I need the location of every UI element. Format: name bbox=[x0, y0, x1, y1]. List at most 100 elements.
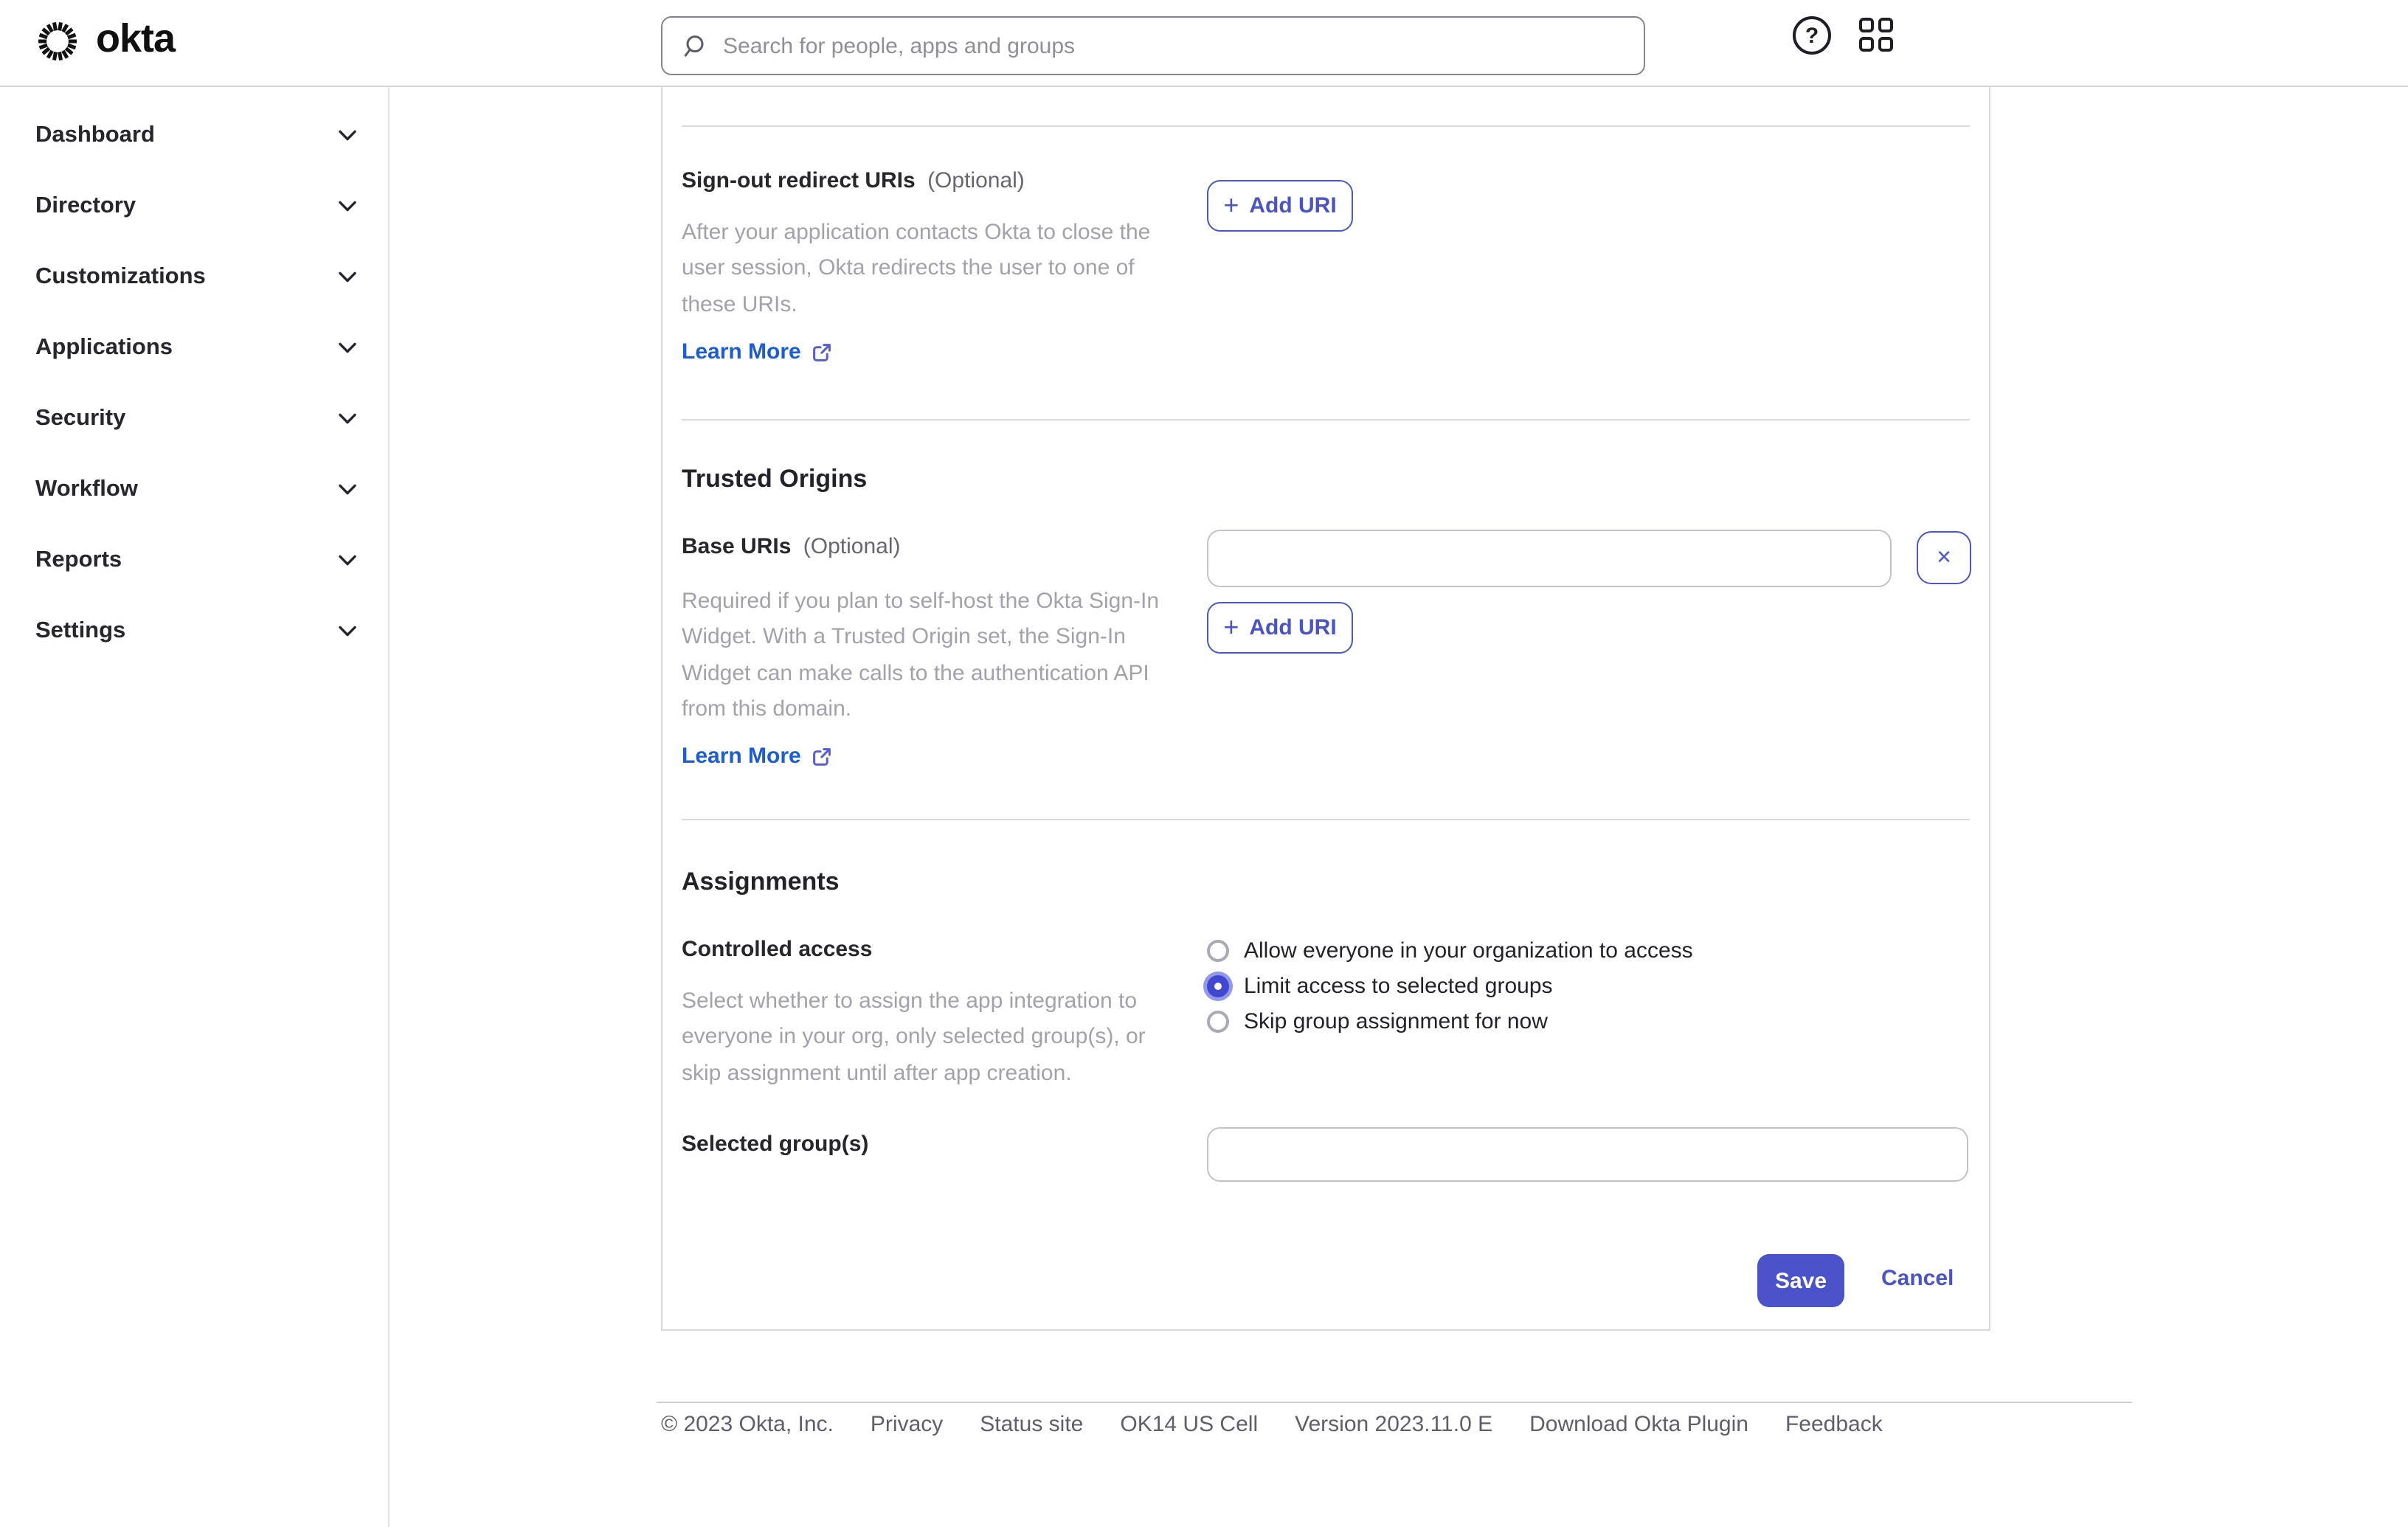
copyright-text: © 2023 Okta, Inc. bbox=[661, 1412, 834, 1437]
radio-icon bbox=[1207, 939, 1229, 961]
chevron-down-icon bbox=[339, 555, 356, 566]
brand-wordmark: okta bbox=[96, 15, 176, 60]
signout-description: After your application contacts Okta to … bbox=[682, 215, 1183, 323]
sidebar-item-label: Directory bbox=[35, 193, 136, 218]
base-uri-input[interactable] bbox=[1207, 530, 1892, 587]
sidebar-item-label: Applications bbox=[35, 335, 173, 360]
remove-base-uri-button[interactable]: × bbox=[1917, 531, 1971, 584]
description-line: Widget can make calls to the authenticat… bbox=[682, 660, 1149, 686]
chevron-down-icon bbox=[339, 413, 356, 424]
field-label-text: Selected group(s) bbox=[682, 1132, 869, 1157]
sidebar-item-settings[interactable]: Settings bbox=[0, 596, 388, 667]
radio-option-skip-assignment[interactable]: Skip group assignment for now bbox=[1207, 1003, 1548, 1039]
search-input[interactable] bbox=[720, 32, 1625, 60]
external-link-icon bbox=[812, 747, 831, 765]
optional-tag: (Optional) bbox=[803, 534, 901, 559]
learn-more-label: Learn More bbox=[682, 744, 801, 769]
apps-grid-button[interactable] bbox=[1859, 18, 1895, 53]
close-icon: × bbox=[1937, 543, 1951, 571]
chevron-down-icon bbox=[339, 626, 356, 637]
chevron-down-icon bbox=[339, 130, 356, 141]
selected-groups-input[interactable] bbox=[1207, 1127, 1968, 1182]
radio-option-allow-everyone[interactable]: Allow everyone in your organization to a… bbox=[1207, 932, 1693, 968]
footer-link-download-okta-plugin[interactable]: Download Okta Plugin bbox=[1529, 1412, 1748, 1437]
learn-more-label: Learn More bbox=[682, 339, 801, 364]
selected-groups-label: Selected group(s) bbox=[682, 1130, 868, 1160]
global-search bbox=[661, 16, 1645, 75]
base-uris-label: Base URIs (Optional) bbox=[682, 533, 900, 562]
radio-label: Allow everyone in your organization to a… bbox=[1244, 938, 1693, 963]
footer-link-status-site[interactable]: Status site bbox=[980, 1412, 1083, 1437]
controlled-access-description: Select whether to assign the app integra… bbox=[682, 984, 1183, 1092]
signout-learn-more-link[interactable]: Learn More bbox=[682, 339, 832, 364]
sidebar-item-reports[interactable]: Reports bbox=[0, 525, 388, 596]
plus-icon: + bbox=[1223, 190, 1239, 220]
footer-cell-text: OK14 US Cell bbox=[1120, 1412, 1259, 1437]
description-line: these URIs. bbox=[682, 291, 798, 317]
radio-selected-icon bbox=[1207, 974, 1229, 997]
chevron-down-icon bbox=[339, 201, 356, 212]
trusted-origins-learn-more-link[interactable]: Learn More bbox=[682, 744, 832, 769]
app-settings-card: Sign-out redirect URIs (Optional) After … bbox=[661, 86, 1990, 1331]
okta-sunburst-icon bbox=[38, 21, 77, 61]
description-line: skip assignment until after app creation… bbox=[682, 1060, 1072, 1086]
section-divider bbox=[682, 125, 1970, 127]
description-line: everyone in your org, only selected grou… bbox=[682, 1024, 1146, 1050]
cancel-button[interactable]: Cancel bbox=[1881, 1266, 1954, 1291]
add-signout-uri-button[interactable]: + Add URI bbox=[1207, 180, 1353, 232]
sidebar-item-label: Customizations bbox=[35, 264, 206, 289]
base-uris-description: Required if you plan to self-host the Ok… bbox=[682, 584, 1183, 727]
apps-grid-icon bbox=[1859, 18, 1895, 53]
add-uri-label: Add URI bbox=[1249, 615, 1337, 640]
radio-option-limit-access[interactable]: Limit access to selected groups bbox=[1207, 968, 1553, 1003]
sidebar-item-dashboard[interactable]: Dashboard bbox=[0, 100, 388, 171]
section-divider bbox=[682, 419, 1970, 420]
sidebar-item-security[interactable]: Security bbox=[0, 384, 388, 454]
sidebar-item-label: Reports bbox=[35, 547, 122, 572]
save-button[interactable]: Save bbox=[1757, 1254, 1844, 1307]
plus-icon: + bbox=[1223, 612, 1239, 642]
description-line: user session, Okta redirects the user to… bbox=[682, 255, 1135, 281]
footer-link-feedback[interactable]: Feedback bbox=[1785, 1412, 1883, 1437]
footer-link-privacy[interactable]: Privacy bbox=[871, 1412, 943, 1437]
sidebar-item-workflow[interactable]: Workflow bbox=[0, 454, 388, 525]
trusted-origins-heading: Trusted Origins bbox=[682, 465, 868, 493]
description-line: Widget. With a Trusted Origin set, the S… bbox=[682, 624, 1126, 650]
footer-divider bbox=[657, 1402, 2132, 1403]
add-uri-label: Add URI bbox=[1249, 193, 1337, 218]
description-line: Required if you plan to self-host the Ok… bbox=[682, 589, 1160, 614]
sidebar: Dashboard Directory Customizations Appli… bbox=[0, 87, 390, 1527]
description-line: Select whether to assign the app integra… bbox=[682, 988, 1138, 1014]
sidebar-item-customizations[interactable]: Customizations bbox=[0, 242, 388, 313]
footer-version-text: Version 2023.11.0 E bbox=[1295, 1412, 1493, 1437]
radio-label: Skip group assignment for now bbox=[1244, 1008, 1548, 1033]
topbar: okta ? bbox=[0, 0, 2408, 87]
okta-admin-page: okta ? Dashboard Directory Customization… bbox=[0, 0, 2408, 1527]
external-link-icon bbox=[812, 343, 831, 361]
sidebar-item-applications[interactable]: Applications bbox=[0, 313, 388, 384]
help-button[interactable]: ? bbox=[1793, 16, 1831, 55]
section-divider bbox=[682, 819, 1970, 820]
sidebar-item-label: Workflow bbox=[35, 477, 138, 502]
chevron-down-icon bbox=[339, 484, 356, 495]
field-label-text: Base URIs bbox=[682, 534, 792, 559]
field-label-text: Sign-out redirect URIs bbox=[682, 168, 916, 193]
field-label-text: Controlled access bbox=[682, 937, 873, 962]
question-mark-icon: ? bbox=[1793, 16, 1831, 55]
controlled-access-label: Controlled access bbox=[682, 935, 872, 965]
description-line: from this domain. bbox=[682, 696, 852, 721]
chevron-down-icon bbox=[339, 342, 356, 353]
chevron-down-icon bbox=[339, 271, 356, 283]
sidebar-item-label: Security bbox=[35, 406, 126, 431]
sidebar-item-label: Dashboard bbox=[35, 122, 155, 148]
search-icon bbox=[684, 35, 704, 56]
sidebar-item-directory[interactable]: Directory bbox=[0, 171, 388, 242]
footer: © 2023 Okta, Inc. Privacy Status site OK… bbox=[661, 1412, 1883, 1437]
okta-logo[interactable]: okta bbox=[35, 15, 176, 63]
description-line: After your application contacts Okta to … bbox=[682, 220, 1151, 245]
radio-label: Limit access to selected groups bbox=[1244, 973, 1553, 998]
optional-tag: (Optional) bbox=[927, 168, 1025, 193]
assignments-heading: Assignments bbox=[682, 868, 840, 896]
add-base-uri-button[interactable]: + Add URI bbox=[1207, 602, 1353, 654]
radio-icon bbox=[1207, 1010, 1229, 1032]
